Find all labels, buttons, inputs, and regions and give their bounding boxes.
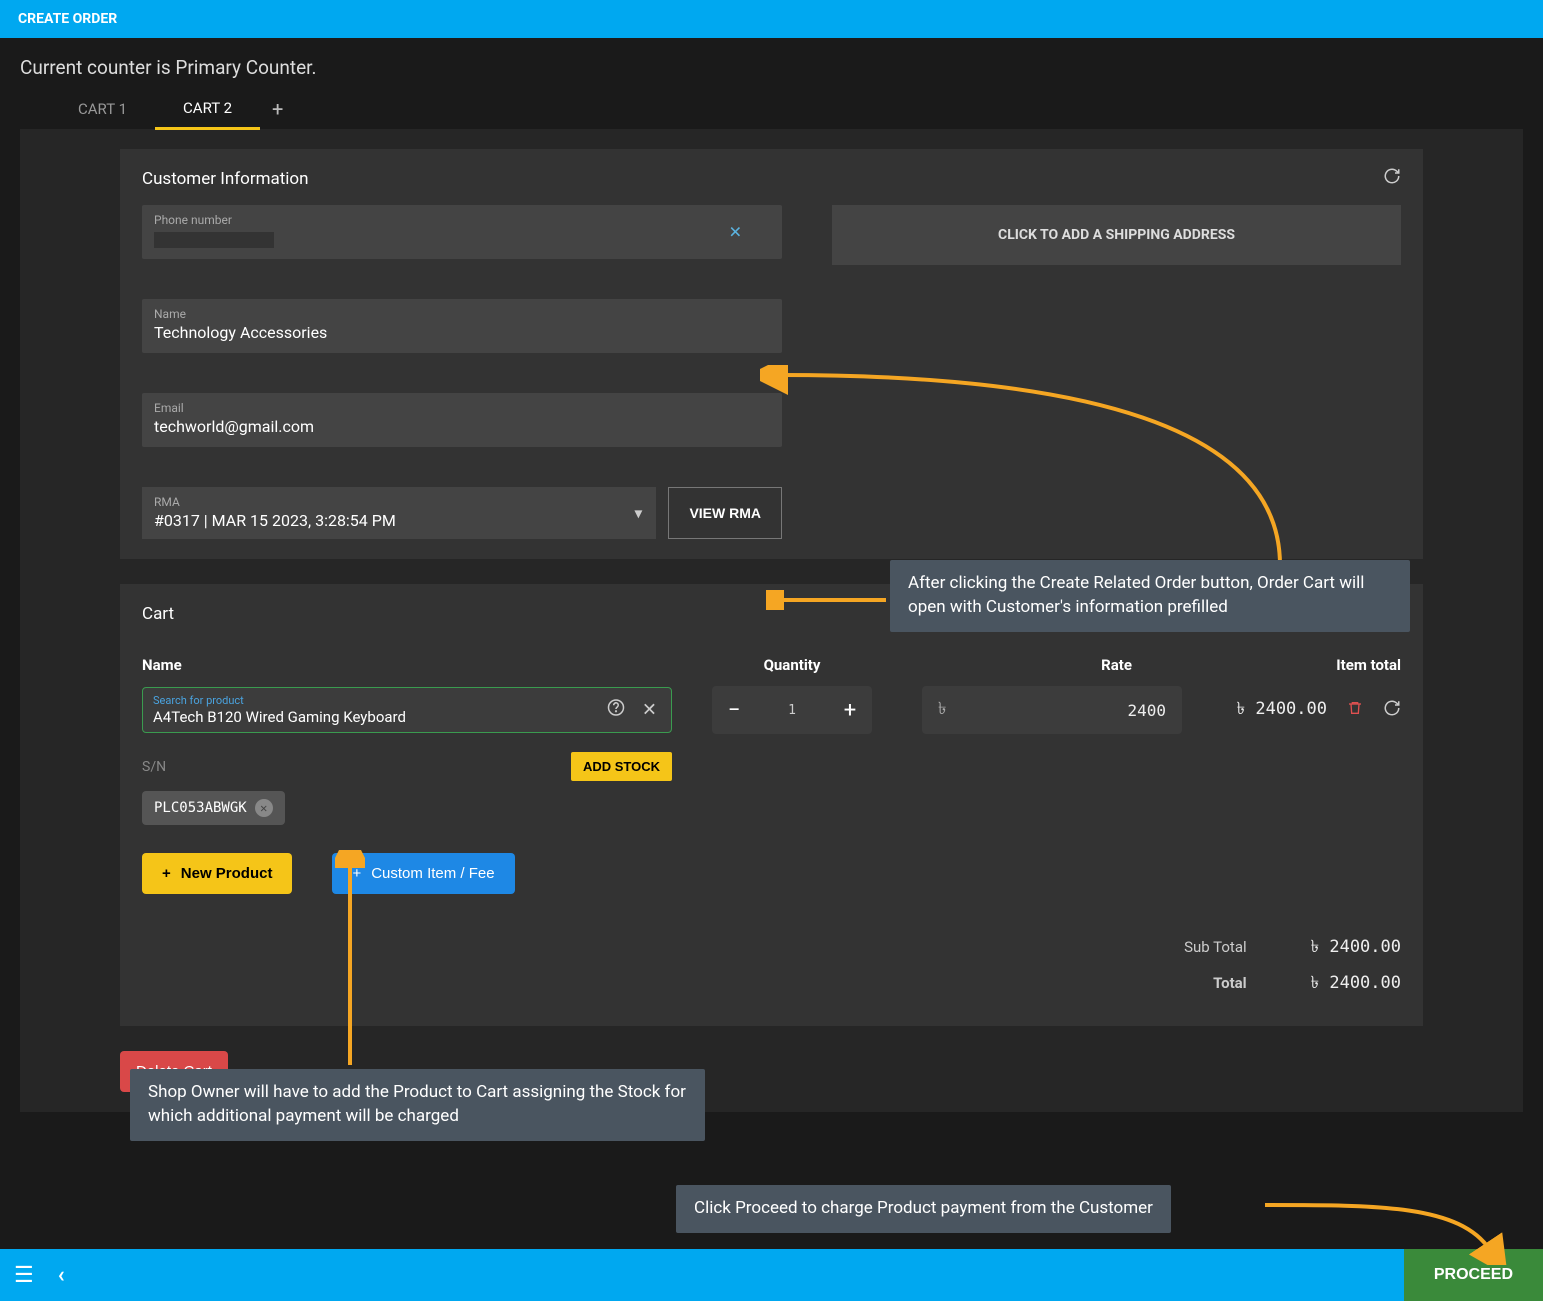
item-total-value: ৳ 2400.00	[1237, 696, 1327, 724]
annotation-2: Shop Owner will have to add the Product …	[130, 1069, 705, 1141]
custom-item-button[interactable]: + Custom Item / Fee	[332, 853, 514, 894]
quantity-stepper: − 1 +	[712, 686, 872, 734]
cart-title: Cart	[142, 604, 174, 624]
rma-select[interactable]: RMA #0317 | MAR 15 2023, 3:28:54 PM ▾	[142, 487, 656, 539]
currency-symbol: ৳	[938, 696, 946, 724]
clear-product-icon[interactable]: ✕	[642, 700, 657, 721]
annotation-3: Click Proceed to charge Product payment …	[676, 1185, 1171, 1233]
plus-icon: +	[352, 865, 361, 882]
col-name: Name	[142, 640, 682, 686]
name-field[interactable]: Name Technology Accessories	[142, 299, 782, 353]
proceed-button[interactable]: PROCEED	[1404, 1249, 1543, 1301]
bottom-bar: ☰ ‹ PROCEED	[0, 1249, 1543, 1301]
customer-info-card: Customer Information Phone number ✕ Name…	[120, 149, 1423, 559]
product-search-value: A4Tech B120 Wired Gaming Keyboard	[153, 708, 661, 726]
rma-value: #0317 | MAR 15 2023, 3:28:54 PM	[154, 511, 644, 531]
col-rate: Rate	[902, 640, 1182, 686]
page-title: CREATE ORDER	[18, 11, 117, 27]
product-search-label: Search for product	[153, 694, 661, 707]
back-icon[interactable]: ‹	[58, 1263, 65, 1288]
clear-phone-icon[interactable]: ✕	[729, 223, 742, 242]
remove-sn-icon[interactable]: ✕	[255, 799, 273, 817]
subtotal-value: ৳ 2400.00	[1311, 937, 1401, 957]
phone-field[interactable]: Phone number ✕	[142, 205, 782, 259]
cart-tabs: CART 1 CART 2 +	[0, 89, 1543, 129]
rate-input[interactable]: ৳ 2400	[922, 686, 1182, 734]
delete-line-icon[interactable]	[1347, 699, 1363, 721]
qty-value[interactable]: 1	[756, 703, 828, 718]
sn-chip-value: PLC053ABWGK	[154, 800, 247, 816]
email-value: techworld@gmail.com	[154, 417, 770, 437]
rma-label: RMA	[154, 495, 644, 509]
new-product-button[interactable]: + New Product	[142, 853, 292, 894]
phone-value	[154, 229, 770, 249]
name-value: Technology Accessories	[154, 323, 770, 343]
email-field[interactable]: Email techworld@gmail.com	[142, 393, 782, 447]
view-rma-button[interactable]: VIEW RMA	[668, 487, 782, 539]
totals-block: Sub Total ৳ 2400.00 Total ৳ 2400.00	[142, 934, 1401, 998]
rate-value: 2400	[946, 701, 1166, 720]
col-quantity: Quantity	[682, 640, 902, 686]
sn-label: S/N	[142, 759, 166, 775]
total-value: ৳ 2400.00	[1311, 973, 1401, 993]
subtotal-label: Sub Total	[1027, 938, 1247, 956]
customer-section-title: Customer Information	[142, 169, 1401, 189]
refresh-customer-icon[interactable]	[1383, 167, 1401, 189]
chevron-down-icon: ▾	[634, 504, 642, 523]
email-label: Email	[154, 401, 770, 415]
title-bar: CREATE ORDER	[0, 0, 1543, 38]
product-search-input[interactable]: Search for product A4Tech B120 Wired Gam…	[142, 687, 672, 733]
counter-info: Current counter is Primary Counter.	[0, 38, 1543, 89]
qty-increment-button[interactable]: +	[828, 698, 872, 723]
cart-card: Cart Product Name Search Tᴛ Name Quantit…	[120, 584, 1423, 1026]
help-icon[interactable]	[607, 699, 625, 722]
add-stock-button[interactable]: ADD STOCK	[571, 752, 672, 781]
sn-chip: PLC053ABWGK ✕	[142, 791, 285, 825]
refresh-line-icon[interactable]	[1383, 699, 1401, 721]
tab-cart-2[interactable]: CART 2	[155, 89, 260, 130]
plus-icon: +	[162, 865, 171, 882]
add-shipping-button[interactable]: CLICK TO ADD A SHIPPING ADDRESS	[832, 205, 1401, 265]
tab-cart-1[interactable]: CART 1	[50, 90, 155, 128]
qty-decrement-button[interactable]: −	[712, 698, 756, 723]
name-label: Name	[154, 307, 770, 321]
add-tab-button[interactable]: +	[260, 93, 295, 125]
total-label: Total	[1027, 974, 1247, 992]
menu-icon[interactable]: ☰	[14, 1263, 34, 1288]
annotation-1: After clicking the Create Related Order …	[890, 560, 1410, 632]
col-item-total: Item total	[1182, 640, 1401, 686]
phone-label: Phone number	[154, 213, 770, 227]
